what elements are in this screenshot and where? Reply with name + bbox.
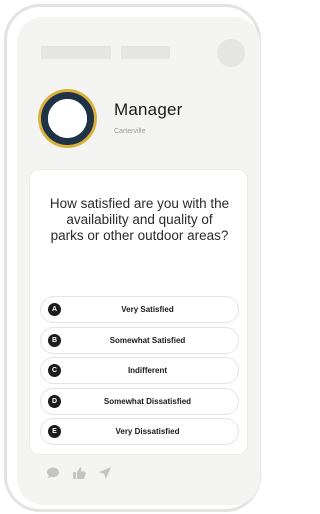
option-somewhat-satisfied[interactable]: B Somewhat Satisfied — [40, 326, 239, 354]
option-letter-badge: D — [48, 394, 61, 408]
option-label: Very Satisfied — [121, 305, 174, 314]
placeholder-block — [41, 46, 111, 59]
option-somewhat-dissatisfied[interactable]: D Somewhat Dissatisfied — [40, 387, 239, 415]
avatar-inner — [48, 99, 87, 138]
option-indifferent[interactable]: C Indifferent — [40, 357, 239, 384]
option-very-satisfied[interactable]: A Very Satisfied — [40, 296, 239, 323]
survey-question: How satisfied are you with the availabil… — [49, 196, 230, 243]
option-label: Very Dissatisfied — [115, 427, 180, 436]
option-label: Indifferent — [127, 366, 168, 375]
action-bar — [45, 465, 165, 485]
top-bar-placeholder — [17, 17, 260, 87]
option-very-dissatisfied[interactable]: E Very Dissatisfied — [40, 418, 239, 445]
comment-icon[interactable] — [45, 465, 61, 481]
option-letter-badge: B — [48, 333, 61, 347]
thumbs-up-icon[interactable] — [71, 465, 87, 481]
phone-frame: Manager Carterville How satisfied are yo… — [4, 4, 261, 512]
profile-header: Manager Carterville — [17, 89, 260, 169]
option-label: Somewhat Dissatisfied — [103, 396, 192, 406]
answer-options: A Very Satisfied B Somewhat Satisfied C … — [40, 296, 239, 449]
profile-name: Manager — [114, 100, 183, 119]
placeholder-avatar[interactable] — [217, 39, 245, 67]
app-screen: Manager Carterville How satisfied are yo… — [17, 17, 260, 505]
survey-card: How satisfied are you with the availabil… — [29, 169, 248, 455]
option-letter-badge: C — [48, 364, 61, 377]
send-icon[interactable] — [97, 465, 113, 481]
option-label: Somewhat Satisfied — [109, 335, 186, 345]
avatar[interactable] — [41, 92, 94, 145]
option-letter-badge: A — [48, 303, 61, 316]
profile-location: Carterville — [114, 128, 146, 135]
placeholder-block — [121, 46, 170, 59]
option-letter-badge: E — [48, 425, 61, 438]
